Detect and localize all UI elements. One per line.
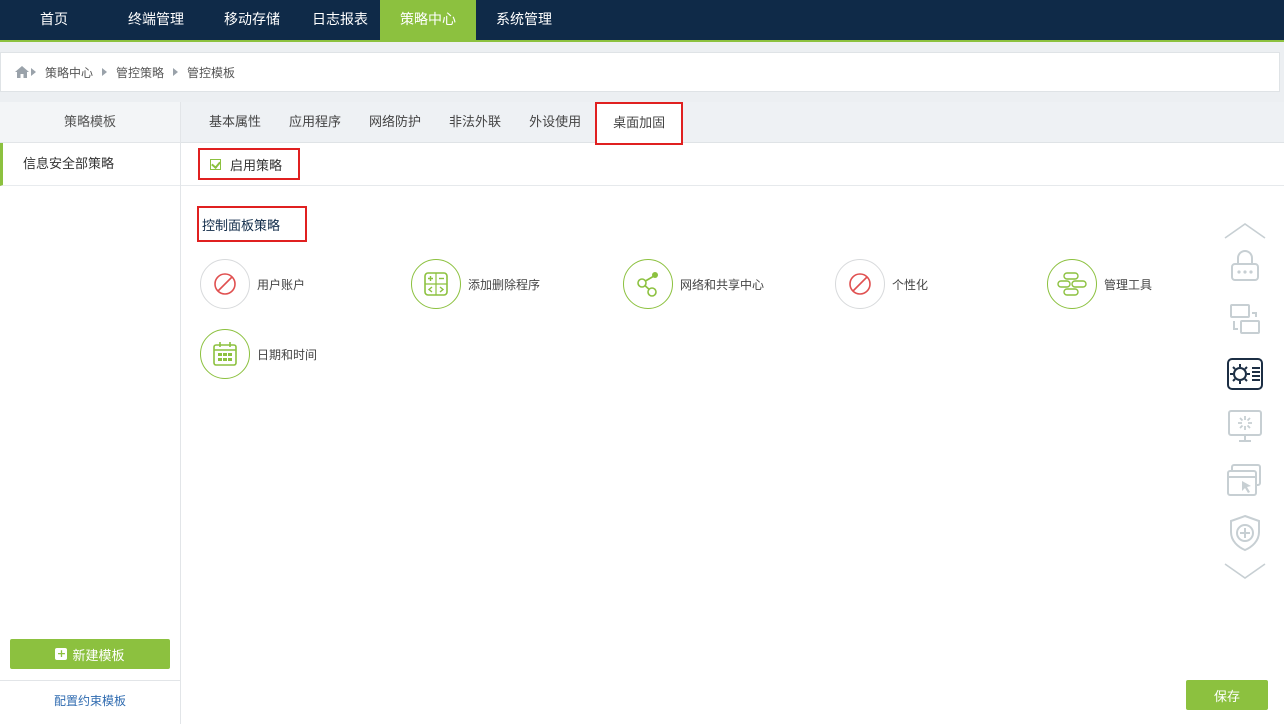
sidebar-title: 策略模板 <box>0 102 180 143</box>
sidebar: 策略模板 信息安全部策略 + 新建模板 配置约束模板 <box>0 102 181 724</box>
section-title: 控制面板策略 <box>202 218 281 234</box>
control-label: 个性化 <box>892 277 929 292</box>
tab-applications[interactable]: 应用程序 <box>275 102 355 143</box>
calculator-icon <box>411 259 461 309</box>
breadcrumb-item[interactable]: 管控策略 <box>116 64 164 81</box>
display-switch-icon[interactable] <box>1221 302 1269 338</box>
share-icon <box>623 259 673 309</box>
tools-icon <box>1047 259 1097 309</box>
nav-item-mobile-storage[interactable]: 移动存储 <box>204 0 300 40</box>
checkbox-checked-icon <box>210 158 221 170</box>
control-user-accounts[interactable]: 用户账户 <box>200 259 305 309</box>
breadcrumb-separator-icon <box>102 68 108 76</box>
nav-item-system-management[interactable]: 系统管理 <box>476 0 572 40</box>
config-constraint-template-link[interactable]: 配置约束模板 <box>0 692 180 709</box>
breadcrumb-separator-icon <box>173 68 179 76</box>
calendar-icon <box>200 329 250 379</box>
control-label: 管理工具 <box>1104 277 1153 292</box>
tab-illegal-outreach[interactable]: 非法外联 <box>435 102 515 143</box>
chevron-down-icon[interactable] <box>1221 562 1269 580</box>
enable-policy-row: 启用策略 <box>181 143 1284 186</box>
tab-basic-properties[interactable]: 基本属性 <box>195 102 275 143</box>
enable-policy-label: 启用策略 <box>230 158 283 174</box>
tab-bar: 基本属性 应用程序 网络防护 非法外联 外设使用 桌面加固 <box>181 102 1284 145</box>
nav-item-home[interactable]: 首页 <box>0 0 108 40</box>
tab-network-protection[interactable]: 网络防护 <box>355 102 435 143</box>
sidebar-divider <box>0 680 180 681</box>
shield-plus-icon[interactable] <box>1221 514 1269 552</box>
breadcrumb: 策略中心 管控策略 管控模板 <box>0 52 1280 92</box>
control-network-sharing-center[interactable]: 网络和共享中心 <box>623 259 764 309</box>
section-title-box: 控制面板策略 <box>197 206 307 242</box>
control-label: 网络和共享中心 <box>680 277 765 292</box>
plus-icon: + <box>55 647 68 660</box>
window-click-icon[interactable] <box>1221 462 1269 498</box>
control-label: 添加删除程序 <box>468 277 541 292</box>
password-lock-icon[interactable] <box>1221 248 1269 284</box>
breadcrumb-separator-icon <box>31 68 36 76</box>
control-label: 用户账户 <box>257 277 306 292</box>
main-panel: 基本属性 应用程序 网络防护 非法外联 外设使用 桌面加固 启用策略 控制面板策… <box>181 102 1284 724</box>
sidebar-item-infosec-policy[interactable]: 信息安全部策略 <box>0 143 180 186</box>
control-personalization[interactable]: 个性化 <box>835 259 928 309</box>
forbidden-icon <box>200 259 250 309</box>
nav-item-log-report[interactable]: 日志报表 <box>300 0 380 40</box>
nav-item-policy-center[interactable]: 策略中心 <box>380 0 476 40</box>
breadcrumb-item[interactable]: 策略中心 <box>45 64 93 81</box>
top-nav: 首页 终端管理 移动存储 日志报表 策略中心 系统管理 <box>0 0 1284 40</box>
new-template-button[interactable]: + 新建模板 <box>10 639 170 669</box>
control-add-remove-programs[interactable]: 添加删除程序 <box>411 259 540 309</box>
forbidden-icon <box>835 259 885 309</box>
nav-underline <box>0 40 1284 42</box>
control-date-time[interactable]: 日期和时间 <box>200 329 317 379</box>
save-button[interactable]: 保存 <box>1186 680 1268 710</box>
tab-peripheral-usage[interactable]: 外设使用 <box>515 102 595 143</box>
breadcrumb-item-current: 管控模板 <box>187 65 236 80</box>
enable-policy-checkbox[interactable]: 启用策略 <box>198 148 300 180</box>
screensaver-icon[interactable] <box>1221 408 1269 444</box>
chevron-up-icon[interactable] <box>1221 222 1269 240</box>
new-template-label: 新建模板 <box>72 648 125 664</box>
control-admin-tools[interactable]: 管理工具 <box>1047 259 1152 309</box>
control-panel-settings-icon[interactable] <box>1221 356 1269 392</box>
control-label: 日期和时间 <box>257 347 318 362</box>
home-icon[interactable] <box>15 66 29 78</box>
nav-item-terminal-management[interactable]: 终端管理 <box>108 0 204 40</box>
tab-desktop-hardening[interactable]: 桌面加固 <box>595 102 684 145</box>
